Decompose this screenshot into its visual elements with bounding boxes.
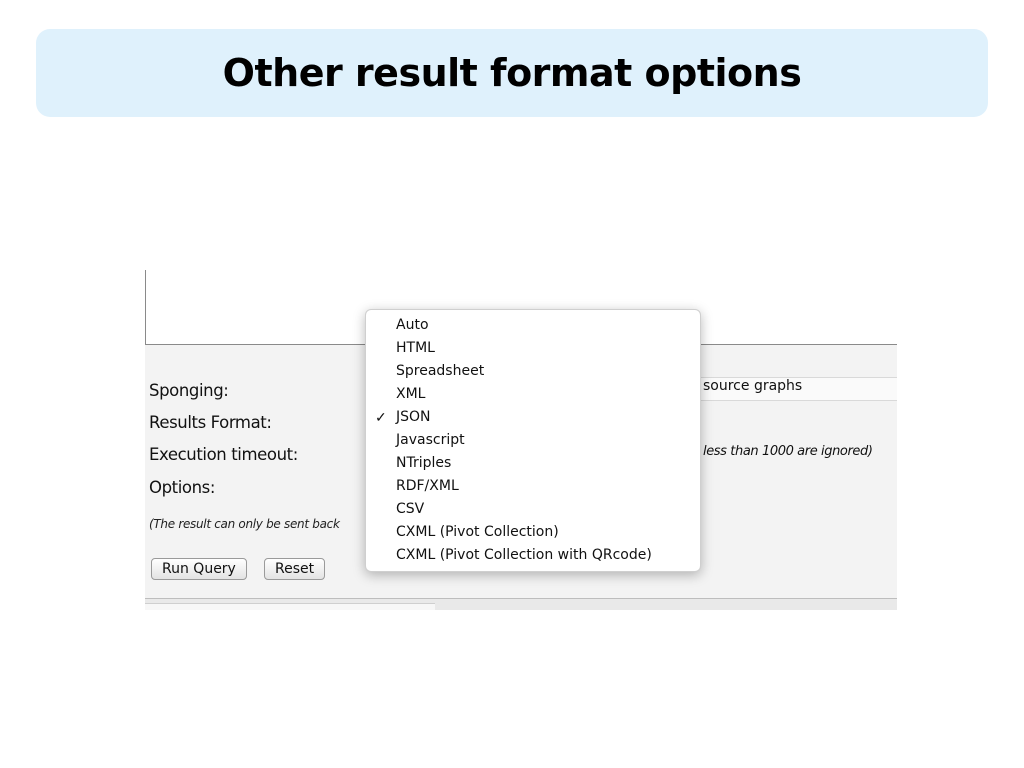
result-note: (The result can only be sent back bbox=[149, 517, 340, 531]
format-option-json[interactable]: JSON bbox=[396, 406, 431, 429]
timeout-hint-tail: less than 1000 are ignored) bbox=[703, 444, 873, 459]
execution-timeout-label: Execution timeout: bbox=[149, 445, 298, 464]
format-option-javascript[interactable]: Javascript bbox=[396, 429, 465, 452]
format-option-csv[interactable]: CSV bbox=[396, 498, 424, 521]
options-label: Options: bbox=[149, 478, 216, 497]
results-format-dropdown-menu: ✓ Auto HTML Spreadsheet XML JSON Javascr… bbox=[365, 309, 701, 572]
format-option-html[interactable]: HTML bbox=[396, 337, 435, 360]
bottom-panel-edge bbox=[145, 598, 897, 610]
format-option-ntriples[interactable]: NTriples bbox=[396, 452, 451, 475]
sponging-label: Sponging: bbox=[149, 381, 229, 400]
reset-button[interactable]: Reset bbox=[264, 558, 326, 580]
format-option-xml[interactable]: XML bbox=[396, 383, 425, 406]
format-option-cxml-qrcode[interactable]: CXML (Pivot Collection with QRcode) bbox=[396, 544, 652, 567]
selected-check-icon: ✓ bbox=[375, 409, 387, 425]
slide-title-bar: Other result format options bbox=[36, 29, 988, 117]
bottom-tab bbox=[145, 603, 435, 610]
run-query-button[interactable]: Run Query bbox=[151, 558, 247, 580]
sponging-value-tail: source graphs bbox=[703, 378, 803, 394]
format-option-spreadsheet[interactable]: Spreadsheet bbox=[396, 360, 484, 383]
format-option-auto[interactable]: Auto bbox=[396, 314, 429, 337]
slide-title: Other result format options bbox=[222, 51, 802, 95]
format-option-cxml[interactable]: CXML (Pivot Collection) bbox=[396, 521, 559, 544]
format-option-rdfxml[interactable]: RDF/XML bbox=[396, 475, 459, 498]
results-format-label: Results Format: bbox=[149, 413, 272, 432]
